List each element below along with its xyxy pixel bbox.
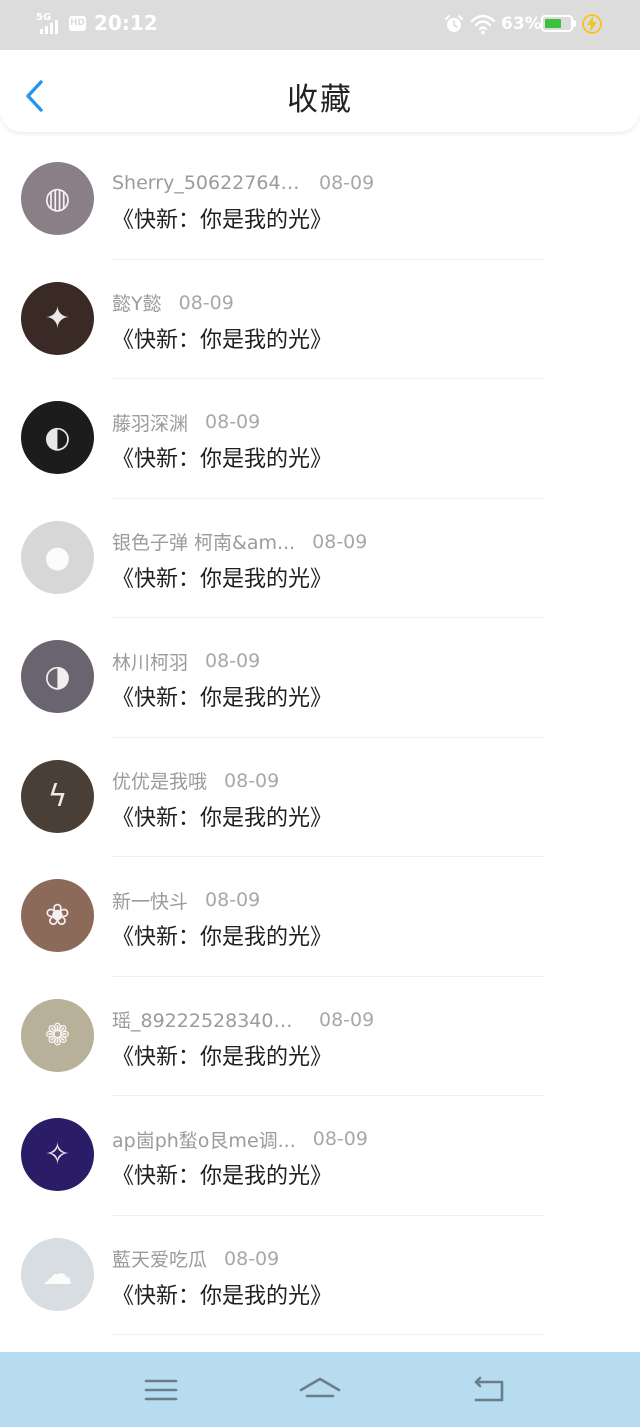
user-name[interactable]: 银色子弹 柯南&am...: [112, 528, 295, 555]
signal-icon: 5G: [36, 12, 62, 34]
battery-percent: 63%: [501, 14, 542, 34]
item-meta: 优优是我哦 08-09: [112, 768, 279, 794]
network-type: 5G: [36, 12, 52, 23]
item-date: 08-09: [224, 1247, 280, 1270]
favorites-list: ◍ Sherry_506227648... 08-09 《快新：你是我的光》 ✦ 懿Y懿 0…: [0, 140, 640, 1335]
item-meta: 懿Y懿 08-09: [112, 290, 234, 316]
item-date: 08-09: [205, 650, 261, 672]
book-title[interactable]: 《快新：你是我的光》: [112, 800, 332, 832]
book-title[interactable]: 《快新：你是我的光》: [112, 561, 332, 593]
book-title[interactable]: 《快新：你是我的光》: [112, 1158, 332, 1190]
avatar[interactable]: ◍: [21, 162, 94, 235]
list-item[interactable]: ◍ Sherry_506227648... 08-09 《快新：你是我的光》: [0, 140, 640, 260]
book-title[interactable]: 《快新：你是我的光》: [112, 680, 332, 712]
item-meta: 林川柯羽 08-09: [112, 648, 260, 674]
list-item[interactable]: ✦ 懿Y懿 08-09 《快新：你是我的光》: [0, 260, 640, 379]
list-item[interactable]: ✧ ap崮ph蝵o艮me调... 08-09 《快新：你是我的光》: [0, 1096, 640, 1216]
avatar-image: ◍: [44, 181, 71, 216]
item-meta: 藤羽深渊 08-09: [112, 409, 260, 435]
user-name[interactable]: 新一快斗: [112, 887, 188, 914]
item-meta: ap崮ph蝵o艮me调... 08-09: [112, 1126, 368, 1152]
avatar[interactable]: ◐: [21, 401, 94, 474]
list-item[interactable]: ● 银色子弹 柯南&am... 08-09 《快新：你是我的光》: [0, 499, 640, 618]
user-name[interactable]: 藍天爱吃瓜: [112, 1245, 207, 1272]
battery-icon: [541, 15, 576, 32]
avatar-image: ❁: [44, 1017, 71, 1053]
avatar[interactable]: ◑: [21, 640, 94, 713]
avatar-image: ϟ: [47, 778, 68, 814]
avatar-image: ✧: [44, 1137, 71, 1172]
avatar[interactable]: ϟ: [21, 759, 94, 833]
hd-icon: HD: [69, 16, 86, 31]
system-navigation-bar: [0, 1352, 640, 1427]
avatar-image: ☁: [42, 1256, 73, 1292]
avatar[interactable]: ✦: [21, 281, 94, 355]
avatar[interactable]: ●: [21, 520, 94, 594]
avatar[interactable]: ❁: [21, 998, 94, 1072]
user-name[interactable]: ap崮ph蝵o艮me调...: [112, 1126, 296, 1153]
item-date: 08-09: [312, 1128, 368, 1150]
item-date: 08-09: [319, 1008, 375, 1031]
list-item[interactable]: ◐ 藤羽深渊 08-09 《快新：你是我的光》: [0, 379, 640, 499]
battery-level: [545, 19, 561, 28]
list-item[interactable]: ❀ 新一快斗 08-09 《快新：你是我的光》: [0, 857, 640, 977]
item-date: 08-09: [312, 530, 368, 553]
user-name[interactable]: 瑶_892225283408...: [112, 1006, 302, 1033]
book-title[interactable]: 《快新：你是我的光》: [112, 919, 332, 951]
row-divider: [112, 1334, 545, 1335]
user-name[interactable]: 优优是我哦: [112, 767, 207, 794]
item-date: 08-09: [205, 889, 261, 911]
list-item[interactable]: ☁ 藍天爱吃瓜 08-09 《快新：你是我的光》: [0, 1216, 640, 1335]
item-date: 08-09: [319, 172, 375, 194]
user-name[interactable]: 藤羽深渊: [112, 409, 188, 436]
list-item[interactable]: ❁ 瑶_892225283408... 08-09 《快新：你是我的光》: [0, 977, 640, 1096]
user-name[interactable]: 林川柯羽: [112, 648, 188, 675]
item-meta: 藍天爱吃瓜 08-09: [112, 1246, 279, 1272]
avatar-image: ◑: [44, 659, 71, 694]
avatar[interactable]: ✧: [21, 1118, 94, 1191]
back-icon[interactable]: [466, 1372, 510, 1408]
page-title: 收藏: [287, 82, 353, 118]
home-icon[interactable]: [298, 1372, 342, 1408]
clock: 20:12: [94, 11, 158, 35]
avatar-image: ◐: [44, 420, 71, 455]
item-date: 08-09: [205, 411, 261, 433]
item-date: 08-09: [224, 769, 280, 792]
item-meta: 瑶_892225283408... 08-09: [112, 1007, 374, 1033]
menu-icon[interactable]: [139, 1372, 183, 1408]
alarm-icon: [445, 15, 463, 32]
book-title[interactable]: 《快新：你是我的光》: [112, 202, 332, 234]
user-name[interactable]: 懿Y懿: [112, 289, 162, 316]
item-meta: 新一快斗 08-09: [112, 887, 260, 913]
list-item[interactable]: ϟ 优优是我哦 08-09 《快新：你是我的光》: [0, 738, 640, 857]
avatar-image: ✦: [44, 300, 71, 336]
item-date: 08-09: [178, 291, 234, 314]
avatar[interactable]: ☁: [21, 1237, 94, 1311]
book-title[interactable]: 《快新：你是我的光》: [112, 441, 332, 473]
charging-icon: [582, 14, 602, 34]
header-bar: 收藏: [0, 50, 640, 132]
list-item[interactable]: ◑ 林川柯羽 08-09 《快新：你是我的光》: [0, 618, 640, 738]
book-title[interactable]: 《快新：你是我的光》: [112, 1039, 332, 1071]
wifi-icon: [470, 14, 496, 35]
user-name[interactable]: Sherry_506227648...: [112, 172, 302, 194]
book-title[interactable]: 《快新：你是我的光》: [112, 322, 332, 354]
item-meta: Sherry_506227648... 08-09: [112, 170, 374, 196]
item-meta: 银色子弹 柯南&am... 08-09: [112, 529, 367, 555]
avatar-image: ●: [44, 539, 71, 575]
book-title[interactable]: 《快新：你是我的光》: [112, 1278, 332, 1310]
status-bar: 5G HD 20:12 63%: [0, 0, 640, 50]
avatar-image: ❀: [44, 898, 71, 933]
avatar[interactable]: ❀: [21, 879, 94, 952]
